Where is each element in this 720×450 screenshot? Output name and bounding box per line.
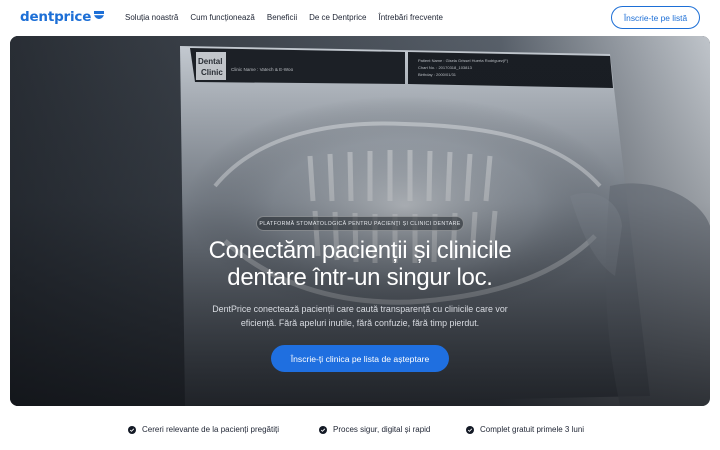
nav-link-solution[interactable]: Soluția noastră	[125, 13, 178, 22]
hero-title-line-2: dentare într-un singur loc.	[227, 264, 493, 291]
nav-link-benefits[interactable]: Beneficii	[267, 13, 297, 22]
check-circle-icon	[466, 425, 474, 434]
hero-title: Conectăm pacienții și clinicile dentare …	[150, 237, 570, 291]
nav-link-why-dentprice[interactable]: De ce Dentprice	[309, 13, 366, 22]
hero-subtitle: DentPrice conectează pacienții care caut…	[190, 302, 530, 330]
brand-name: dentprice	[20, 9, 92, 25]
top-navbar: dentprice Soluția noastră Cum funcționea…	[0, 0, 720, 36]
signup-list-button[interactable]: Înscrie-te pe listă	[611, 6, 700, 29]
feature-text: Complet gratuit primele 3 luni	[480, 425, 585, 434]
check-circle-icon	[319, 425, 327, 434]
hero-subtitle-line-2: eficiență. Fără apeluri inutile, fără co…	[240, 318, 480, 328]
check-circle-icon	[128, 425, 136, 434]
feature-item: Complet gratuit primele 3 luni	[466, 425, 584, 434]
feature-text: Proces sigur, digital și rapid	[333, 425, 431, 434]
nav-link-faq[interactable]: Întrebări frecvente	[378, 13, 442, 22]
landing-page: dentprice Soluția noastră Cum funcționea…	[0, 0, 720, 450]
hero-subtitle-line-1: DentPrice conectează pacienții care caut…	[212, 304, 508, 314]
nav-links: Soluția noastră Cum funcționează Benefic…	[125, 13, 443, 22]
hero-badge: PLATFORMĂ STOMATOLOGICĂ PENTRU PACIENȚI …	[256, 216, 464, 231]
nav-link-how-it-works[interactable]: Cum funcționează	[190, 13, 254, 22]
hero-title-line-1: Conectăm pacienții și clinicile	[208, 237, 512, 264]
feature-item: Proces sigur, digital și rapid	[319, 425, 430, 434]
brand-logo[interactable]: dentprice	[20, 9, 105, 25]
feature-item: Cereri relevante de la pacienți pregătiț…	[128, 425, 279, 434]
clinic-waitlist-button[interactable]: Înscrie-ți clinica pe lista de așteptare	[271, 345, 449, 372]
feature-strip: Cereri relevante de la pacienți pregătiț…	[0, 406, 720, 450]
feature-text: Cereri relevante de la pacienți pregătiț…	[142, 425, 279, 434]
brand-mark-icon	[94, 11, 105, 19]
